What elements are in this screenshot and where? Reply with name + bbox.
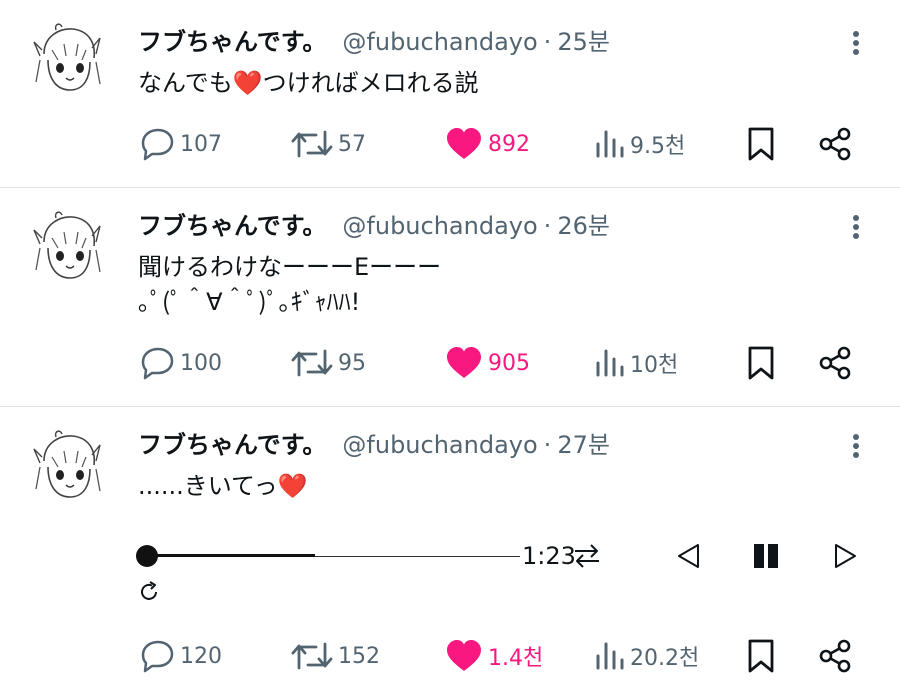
retweet-button[interactable]: 57 [290,124,366,164]
bookmark-icon [748,639,774,673]
author-handle[interactable]: @fubuchandayo [342,212,537,240]
separator-dot: · [543,212,552,240]
reply-icon [141,347,174,380]
heart-filled-icon [447,347,481,378]
swap-arrows-icon [575,544,599,568]
timestamp[interactable]: 25분 [557,28,610,56]
more-options-button[interactable] [846,431,866,465]
bookmark-button[interactable] [746,124,776,164]
reply-button[interactable]: 120 [138,636,222,676]
tweet-header: フブちゃんです。 @fubuchandayo · 25분 [138,25,610,59]
author-handle[interactable]: @fubuchandayo [342,28,537,56]
tweet-text-line: ......きいてっ❤️ [138,472,308,500]
views-button[interactable]: 20.2천 [594,636,699,676]
tweet-actions: 107 57 892 9.5천 [0,124,900,164]
reply-button[interactable]: 107 [138,124,222,164]
share-icon [819,127,851,161]
heart-filled-icon [447,640,481,671]
like-button[interactable]: 892 [444,124,530,164]
like-count: 905 [488,350,530,376]
share-button[interactable] [818,124,852,164]
author-handle[interactable]: @fubuchandayo [342,431,537,459]
tweet-header: フブちゃんです。 @fubuchandayo · 26분 [138,209,610,243]
tweet-actions: 120 152 1.4천 20.2천 [0,636,900,676]
views-chart-icon [596,642,624,670]
heart-filled-icon [447,128,481,159]
more-vertical-icon [846,31,866,55]
timestamp[interactable]: 26분 [557,212,610,240]
pause-button[interactable] [752,543,780,569]
tweet-header: フブちゃんです。 @fubuchandayo · 27분 [138,428,610,462]
view-count: 9.5천 [630,134,686,159]
more-vertical-icon [846,215,866,239]
share-icon [819,346,851,380]
tweet-3[interactable]: フブちゃんです。 @fubuchandayo · 27분 ......きいてっ❤️ 1… [0,407,900,693]
avatar-sketch-icon [33,430,101,498]
swap-arrows-button[interactable] [573,543,601,569]
view-count: 10천 [630,353,679,378]
share-button[interactable] [818,636,852,676]
tweet-text-line: ｡ﾟ(ﾟ＾∀＾ﾟ)ﾟ｡ｷﾞｬﾊﾊ! [138,288,361,316]
tweet-2[interactable]: フブちゃんです。 @fubuchandayo · 26분 聞けるわけなーーーEーーー … [0,188,900,407]
view-count: 20.2천 [630,646,700,671]
reply-count: 107 [180,131,222,157]
elapsed-time: 1:23 [522,542,576,570]
separator-dot: · [543,28,552,56]
tweet-text-line: 聞けるわけなーーーEーーー [138,253,442,281]
timestamp[interactable]: 27분 [557,431,610,459]
author-name[interactable]: フブちゃんです。 [138,431,326,459]
separator-dot: · [543,431,552,459]
like-count: 892 [488,131,530,157]
more-options-button[interactable] [846,212,866,246]
reply-count: 100 [180,350,222,376]
avatar-sketch-icon [33,23,101,91]
reply-icon [141,128,174,161]
like-button[interactable]: 1.4천 [444,636,543,676]
more-options-button[interactable] [846,28,866,62]
retweet-button[interactable]: 152 [290,636,380,676]
views-button[interactable]: 9.5천 [594,124,685,164]
retweet-icon [291,130,333,158]
like-count: 1.4천 [488,646,544,671]
tweet-text-line: なんでも❤️つければメロれる説 [138,69,479,97]
pause-icon [754,544,778,568]
views-chart-icon [596,130,624,158]
retweet-icon [291,642,333,670]
bookmark-icon [748,127,774,161]
like-button[interactable]: 905 [444,343,530,383]
share-button[interactable] [818,343,852,383]
more-vertical-icon [846,434,866,458]
next-button[interactable] [832,542,858,570]
avatar-sketch-icon [33,211,101,279]
tweet-actions: 100 95 905 10천 [0,343,900,383]
views-button[interactable]: 10천 [594,343,678,383]
bookmark-button[interactable] [746,636,776,676]
next-icon [835,544,856,568]
bookmark-button[interactable] [746,343,776,383]
previous-button[interactable] [676,542,702,570]
author-name[interactable]: フブちゃんです。 [138,28,326,56]
share-icon [819,639,851,673]
views-chart-icon [596,349,624,377]
bookmark-icon [748,346,774,380]
reply-button[interactable]: 100 [138,343,222,383]
avatar[interactable] [26,427,106,507]
repeat-button[interactable] [137,580,161,604]
retweet-icon [291,349,333,377]
previous-icon [678,544,699,568]
tweet-1[interactable]: フブちゃんです。 @fubuchandayo · 25분 なんでも❤️つければメロれる… [0,0,900,188]
progress-fill [148,554,315,557]
author-name[interactable]: フブちゃんです。 [138,212,326,240]
retweet-button[interactable]: 95 [290,343,366,383]
reply-count: 120 [180,643,222,669]
repeat-icon [141,581,157,600]
avatar[interactable] [26,208,106,288]
avatar[interactable] [26,20,106,100]
retweet-count: 95 [338,350,366,376]
progress-knob[interactable] [136,545,158,567]
retweet-count: 57 [338,131,366,157]
retweet-count: 152 [338,643,380,669]
reply-icon [141,640,174,673]
audio-player: 1:23 [136,533,876,603]
